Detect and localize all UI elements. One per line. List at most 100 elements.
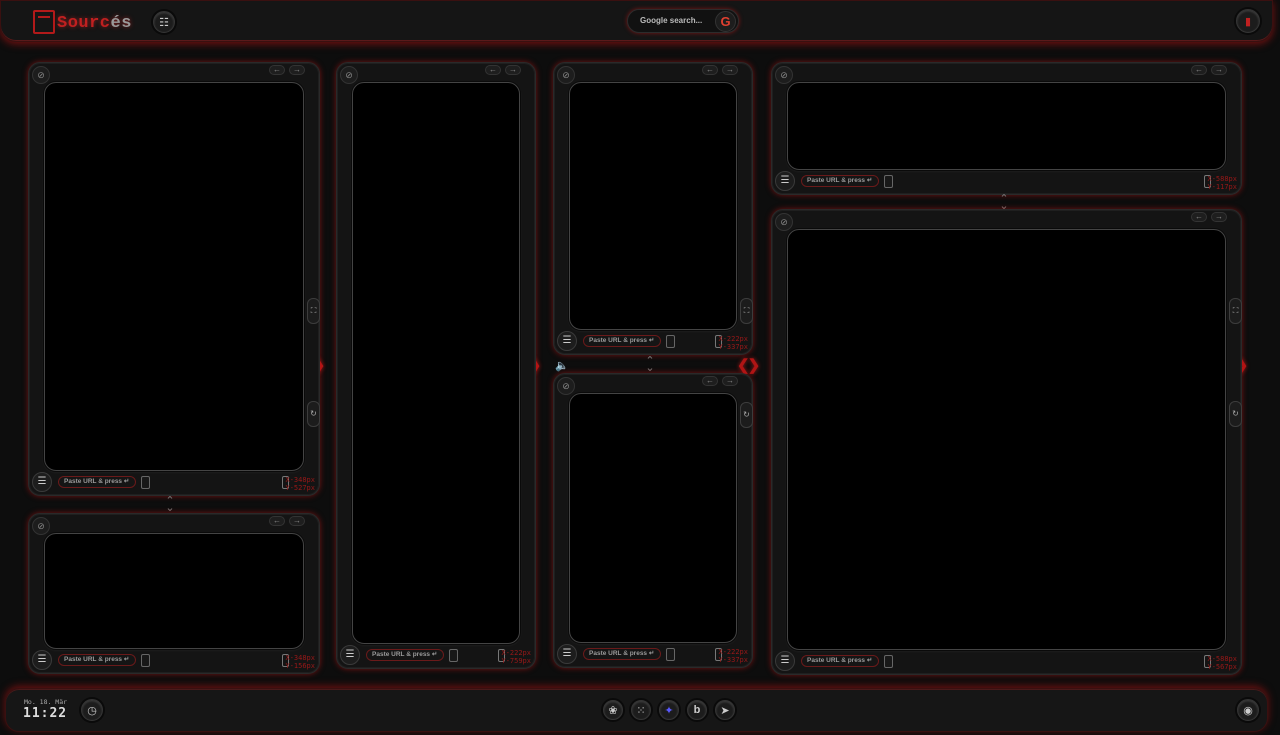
menu-icon[interactable]: ☰ [557, 644, 577, 664]
expand-vertical-icon[interactable]: ⌃ ⌄ [995, 194, 1013, 212]
frame-screen[interactable] [569, 82, 737, 330]
timer-icon[interactable]: ◷ [81, 699, 103, 721]
refresh-icon[interactable]: ↻ [1229, 401, 1242, 427]
eye-off-icon[interactable]: ⊘ [557, 377, 575, 395]
frame-width: X-222px [718, 335, 748, 343]
forward-icon[interactable]: → [722, 376, 738, 386]
frame-size: X-348px Y-527px [285, 476, 315, 492]
menu-icon[interactable]: ☰ [32, 472, 52, 492]
logo-mark [33, 10, 55, 34]
frame-height: Y-117px [1207, 183, 1237, 191]
clipboard-icon[interactable] [884, 655, 893, 668]
url-input[interactable]: Paste URL & press ↵ [801, 175, 879, 187]
expand-vertical-icon[interactable]: ⌃ ⌄ [641, 356, 659, 374]
frame-height: Y-156px [285, 662, 315, 670]
clipboard-icon[interactable] [141, 476, 150, 489]
bing-icon[interactable]: b [687, 700, 707, 720]
forward-icon[interactable]: → [289, 516, 305, 526]
frame-height: Y-759px [501, 657, 531, 665]
menu-icon[interactable]: ☰ [340, 645, 360, 665]
frame-size: X-348px Y-156px [285, 654, 315, 670]
menu-icon[interactable]: ☰ [32, 650, 52, 670]
back-icon[interactable]: ← [1191, 65, 1207, 75]
frame-width: X-222px [501, 649, 531, 657]
frame-screen[interactable] [44, 533, 304, 649]
eye-off-icon[interactable]: ⊘ [775, 66, 793, 84]
eye-off-icon[interactable]: ⊘ [775, 213, 793, 231]
frame-size: X-588px Y-117px [1207, 175, 1237, 191]
refresh-icon[interactable]: ↻ [307, 401, 320, 427]
frame-size: X-222px Y-337px [718, 335, 748, 351]
eye-off-icon[interactable]: ⊘ [340, 66, 358, 84]
resize-arrows-icon[interactable]: ❮❯ [737, 356, 760, 374]
search-box[interactable]: Google search... G [627, 9, 739, 33]
grid-dots-icon[interactable]: ⁙ [631, 700, 651, 720]
url-input[interactable]: Paste URL & press ↵ [583, 648, 661, 660]
frame-screen[interactable] [352, 82, 520, 644]
frame-panel: ⊘ ← → ⛶ ↻ ☰ Paste URL & press ↵ X-348px Y-… [28, 62, 320, 496]
github-icon[interactable]: ◉ [1237, 699, 1259, 721]
clipboard-icon[interactable] [141, 654, 150, 667]
eye-off-icon[interactable]: ⊘ [32, 517, 50, 535]
back-icon[interactable]: ← [485, 65, 501, 75]
speaker-icon[interactable]: 🔈 [555, 359, 569, 372]
bookmark-icon[interactable]: ▮ [1236, 9, 1260, 33]
url-input[interactable]: Paste URL & press ↵ [58, 654, 136, 666]
logo[interactable]: Sourcés [33, 10, 141, 34]
back-icon[interactable]: ← [702, 376, 718, 386]
google-search-button[interactable]: G [715, 11, 736, 32]
openai-icon[interactable]: ❀ [603, 700, 623, 720]
back-icon[interactable]: ← [269, 65, 285, 75]
url-input[interactable]: Paste URL & press ↵ [801, 655, 879, 667]
frame-panel: ⊘ ← → ⛶ ☰ Paste URL & press ↵ X-222px Y-33… [553, 62, 753, 355]
frame-panel: ⊘ ← → ☰ Paste URL & press ↵ X-348px Y-156p… [28, 513, 320, 674]
frame-size: X-222px Y-759px [501, 649, 531, 665]
frame-width: X-222px [718, 648, 748, 656]
sitemap-icon[interactable]: ☷ [153, 11, 175, 33]
forward-icon[interactable]: → [1211, 65, 1227, 75]
clipboard-icon[interactable] [666, 335, 675, 348]
forward-icon[interactable]: → [289, 65, 305, 75]
fullscreen-icon[interactable]: ⛶ [740, 298, 753, 324]
menu-icon[interactable]: ☰ [557, 331, 577, 351]
nav-buttons: ← → [702, 65, 738, 75]
search-input[interactable]: Google search... [640, 16, 702, 25]
nav-buttons: ← → [485, 65, 521, 75]
fullscreen-icon[interactable]: ⛶ [307, 298, 320, 324]
fullscreen-icon[interactable]: ⛶ [1229, 298, 1242, 324]
sparkle-icon[interactable]: ✦ [659, 700, 679, 720]
eye-off-icon[interactable]: ⊘ [32, 66, 50, 84]
forward-icon[interactable]: → [505, 65, 521, 75]
frame-screen[interactable] [569, 393, 737, 643]
nav-buttons: ← → [269, 516, 305, 526]
menu-icon[interactable]: ☰ [775, 171, 795, 191]
expand-vertical-icon[interactable]: ⌃ ⌄ [161, 496, 179, 514]
clipboard-icon[interactable] [884, 175, 893, 188]
back-icon[interactable]: ← [269, 516, 285, 526]
menu-icon[interactable]: ☰ [775, 651, 795, 671]
share-icon[interactable]: ➤ [715, 700, 735, 720]
forward-icon[interactable]: → [722, 65, 738, 75]
frame-height: Y-527px [285, 484, 315, 492]
clock-time: 11:22 [23, 706, 68, 721]
clipboard-icon[interactable] [666, 648, 675, 661]
frame-screen[interactable] [44, 82, 304, 471]
url-input[interactable]: Paste URL & press ↵ [366, 649, 444, 661]
back-icon[interactable]: ← [702, 65, 718, 75]
refresh-icon[interactable]: ↻ [740, 402, 753, 428]
back-icon[interactable]: ← [1191, 212, 1207, 222]
clipboard-icon[interactable] [449, 649, 458, 662]
frame-size: X-588px Y-567px [1207, 655, 1237, 671]
frame-screen[interactable] [787, 82, 1226, 170]
url-input[interactable]: Paste URL & press ↵ [583, 335, 661, 347]
nav-buttons: ← → [1191, 212, 1227, 222]
frame-panel: ⊘ ← → ⛶ ↻ ☰ Paste URL & press ↵ X-588px Y-… [771, 209, 1242, 675]
frame-width: X-348px [285, 654, 315, 662]
forward-icon[interactable]: → [1211, 212, 1227, 222]
nav-buttons: ← → [1191, 65, 1227, 75]
frame-screen[interactable] [787, 229, 1226, 650]
frame-height: Y-567px [1207, 663, 1237, 671]
url-input[interactable]: Paste URL & press ↵ [58, 476, 136, 488]
frame-width: X-588px [1207, 655, 1237, 663]
eye-off-icon[interactable]: ⊘ [557, 66, 575, 84]
